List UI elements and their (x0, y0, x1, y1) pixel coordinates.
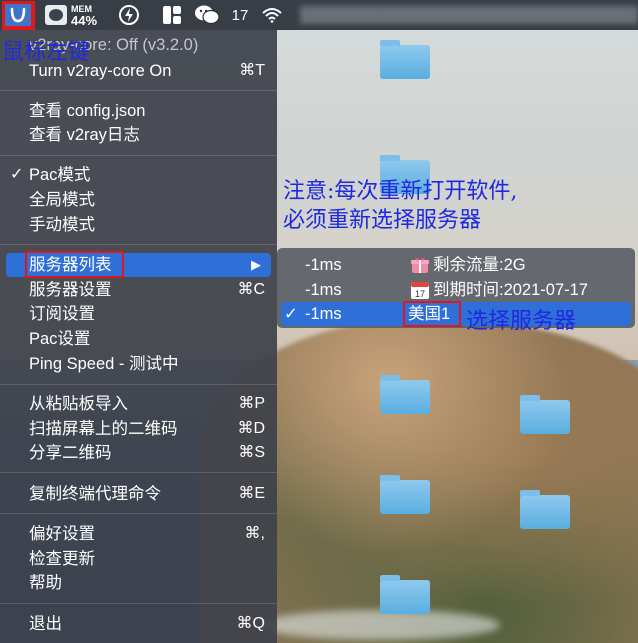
share-qr-shortcut: ⌘S (238, 444, 265, 461)
manual-mode-menu-item[interactable]: 手动模式 (0, 213, 277, 237)
layout-grid-icon[interactable] (160, 0, 184, 30)
ping-speed-menu-item[interactable]: Ping Speed - 测试中 (0, 352, 277, 376)
calendar-day: 17 (415, 289, 425, 299)
checkmark-icon: ✓ (10, 166, 24, 183)
view-config-label: 查看 config.json (29, 102, 146, 120)
memory-chip-icon (44, 5, 67, 25)
wechat-icon[interactable] (193, 0, 221, 30)
annotation-highlight-box (403, 301, 461, 327)
menu-divider (0, 90, 277, 91)
memory-monitor[interactable]: MEM 44% (40, 0, 102, 30)
scan-qr-label: 扫描屏幕上的二维码 (29, 420, 178, 438)
server-settings-menu-item[interactable]: 服务器设置 ⌘C (0, 278, 277, 302)
copy-proxy-cmd-label: 复制终端代理命令 (29, 485, 161, 503)
preferences-label: 偏好设置 (29, 525, 95, 543)
menu-divider (0, 472, 277, 473)
annotation-notice-line2: 必须重新选择服务器 (283, 208, 482, 233)
annotation-left-click: 鼠标左键 (2, 40, 91, 65)
notification-count: 17 (231, 6, 249, 24)
annotation-choose-server: 选择服务器 (466, 309, 577, 334)
menu-bar: MEM 44% 17 (0, 0, 638, 30)
desktop-folder-icon[interactable] (520, 395, 570, 434)
server-list-submenu: -1ms 剩余流量:2G -1ms 17 到期时间:2021-07-17 ✓ -… (277, 248, 635, 328)
server-settings-label: 服务器设置 (29, 281, 112, 299)
manual-mode-label: 手动模式 (29, 216, 95, 234)
menu-divider (0, 384, 277, 385)
calendar-icon: 17 (411, 281, 429, 299)
copy-proxy-cmd-menu-item[interactable]: 复制终端代理命令 ⌘E (0, 482, 277, 506)
menu-divider (0, 603, 277, 604)
subscribe-settings-menu-item[interactable]: 订阅设置 (0, 302, 277, 326)
server-settings-shortcut: ⌘C (237, 281, 265, 298)
desktop-folder-icon[interactable] (380, 375, 430, 414)
server-item[interactable]: -1ms 剩余流量:2G (277, 253, 635, 277)
check-updates-label: 检查更新 (29, 550, 95, 568)
desktop-folder-icon[interactable] (380, 40, 430, 79)
pac-settings-label: Pac设置 (29, 330, 91, 348)
menu-divider (0, 513, 277, 514)
subscribe-settings-label: 订阅设置 (29, 305, 95, 323)
memory-value: 44% (70, 12, 98, 28)
help-menu-item[interactable]: 帮助 (0, 571, 277, 595)
pac-mode-label: Pac模式 (29, 166, 91, 184)
server-name: 到期时间:2021-07-17 (433, 281, 588, 299)
copy-proxy-cmd-shortcut: ⌘E (238, 485, 265, 502)
ping-speed-label: Ping Speed - 测试中 (29, 355, 179, 373)
scan-qr-shortcut: ⌘D (237, 420, 265, 437)
wifi-icon[interactable] (260, 0, 284, 30)
view-log-menu-item[interactable]: 查看 v2ray日志 (0, 123, 277, 147)
gift-icon (411, 256, 429, 274)
submenu-arrow-icon: ▶ (251, 257, 261, 272)
share-qr-label: 分享二维码 (29, 444, 112, 462)
server-item[interactable]: -1ms 17 到期时间:2021-07-17 (277, 278, 635, 302)
server-ping: -1ms (305, 305, 342, 323)
global-mode-menu-item[interactable]: 全局模式 (0, 188, 277, 212)
wave-foam (260, 610, 500, 640)
annotation-highlight-box (25, 251, 124, 278)
view-config-menu-item[interactable]: 查看 config.json (0, 99, 277, 123)
desktop-folder-icon[interactable] (380, 575, 430, 614)
annotation-highlight-box (2, 1, 35, 30)
server-name: 剩余流量:2G (433, 256, 526, 274)
import-clipboard-menu-item[interactable]: 从粘贴板导入 ⌘P (0, 392, 277, 416)
blurred-menubar-region (300, 6, 638, 24)
desktop-folder-icon[interactable] (380, 475, 430, 514)
scan-qr-menu-item[interactable]: 扫描屏幕上的二维码 ⌘D (0, 417, 277, 441)
turn-on-shortcut: ⌘T (239, 62, 265, 79)
annotation-notice-line1: 注意:每次重新打开软件, (283, 179, 518, 204)
server-ping: -1ms (305, 281, 342, 299)
share-qr-menu-item[interactable]: 分享二维码 ⌘S (0, 441, 277, 465)
preferences-shortcut: ⌘, (244, 525, 265, 542)
quit-shortcut: ⌘Q (236, 615, 265, 632)
preferences-menu-item[interactable]: 偏好设置 ⌘, (0, 522, 277, 546)
desktop-folder-icon[interactable] (520, 490, 570, 529)
server-ping: -1ms (305, 256, 342, 274)
pac-settings-menu-item[interactable]: Pac设置 (0, 327, 277, 351)
quit-menu-item[interactable]: 退出 ⌘Q (0, 612, 277, 636)
v2rayu-dropdown-menu: v2ray-core: Off (v3.2.0) Turn v2ray-core… (0, 30, 277, 643)
checkmark-icon: ✓ (284, 305, 298, 323)
import-clipboard-shortcut: ⌘P (238, 395, 265, 412)
menu-divider (0, 244, 277, 245)
menu-divider (0, 155, 277, 156)
quit-label: 退出 (29, 615, 62, 633)
view-log-label: 查看 v2ray日志 (29, 126, 140, 144)
import-clipboard-label: 从粘贴板导入 (29, 395, 128, 413)
global-mode-label: 全局模式 (29, 191, 95, 209)
memory-label: MEM (70, 3, 92, 14)
bolt-icon[interactable] (116, 0, 142, 30)
help-label: 帮助 (29, 574, 62, 592)
check-updates-menu-item[interactable]: 检查更新 (0, 547, 277, 571)
pac-mode-menu-item[interactable]: ✓ Pac模式 (0, 163, 277, 187)
